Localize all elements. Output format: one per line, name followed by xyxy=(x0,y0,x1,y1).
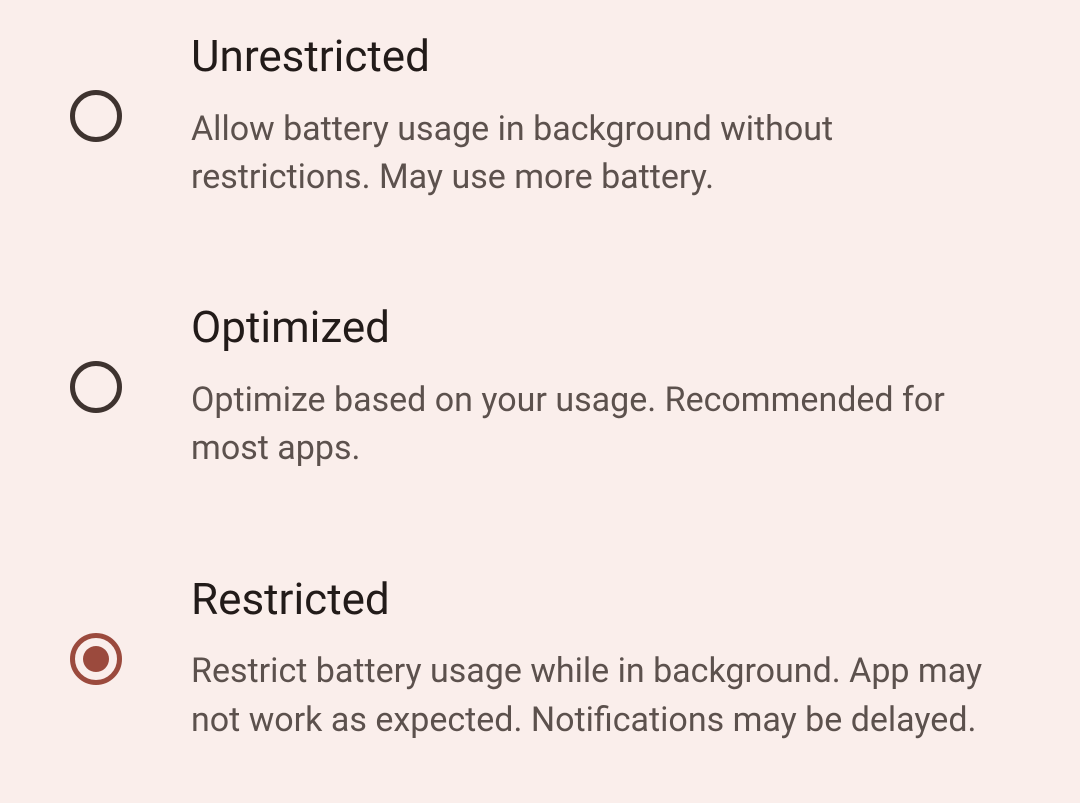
option-title-restricted: Restricted xyxy=(191,573,1010,626)
radio-optimized[interactable] xyxy=(70,361,122,413)
radio-unrestricted[interactable] xyxy=(70,90,122,142)
option-title-optimized: Optimized xyxy=(191,301,1010,354)
option-desc-restricted: Restrict battery usage while in backgrou… xyxy=(191,647,1010,744)
text-wrap-unrestricted: Unrestricted Allow battery usage in back… xyxy=(126,30,1010,201)
option-desc-unrestricted: Allow battery usage in background withou… xyxy=(191,105,1010,202)
option-desc-optimized: Optimize based on your usage. Recommende… xyxy=(191,376,1010,473)
radio-inner xyxy=(83,646,109,672)
radio-wrap-unrestricted xyxy=(70,30,126,142)
text-wrap-optimized: Optimized Optimize based on your usage. … xyxy=(126,301,1010,472)
option-restricted[interactable]: Restricted Restrict battery usage while … xyxy=(70,573,1010,744)
option-unrestricted[interactable]: Unrestricted Allow battery usage in back… xyxy=(70,30,1010,201)
option-title-unrestricted: Unrestricted xyxy=(191,30,1010,83)
radio-restricted[interactable] xyxy=(70,633,122,685)
radio-wrap-restricted xyxy=(70,573,126,685)
radio-wrap-optimized xyxy=(70,301,126,413)
option-optimized[interactable]: Optimized Optimize based on your usage. … xyxy=(70,301,1010,472)
text-wrap-restricted: Restricted Restrict battery usage while … xyxy=(126,573,1010,744)
